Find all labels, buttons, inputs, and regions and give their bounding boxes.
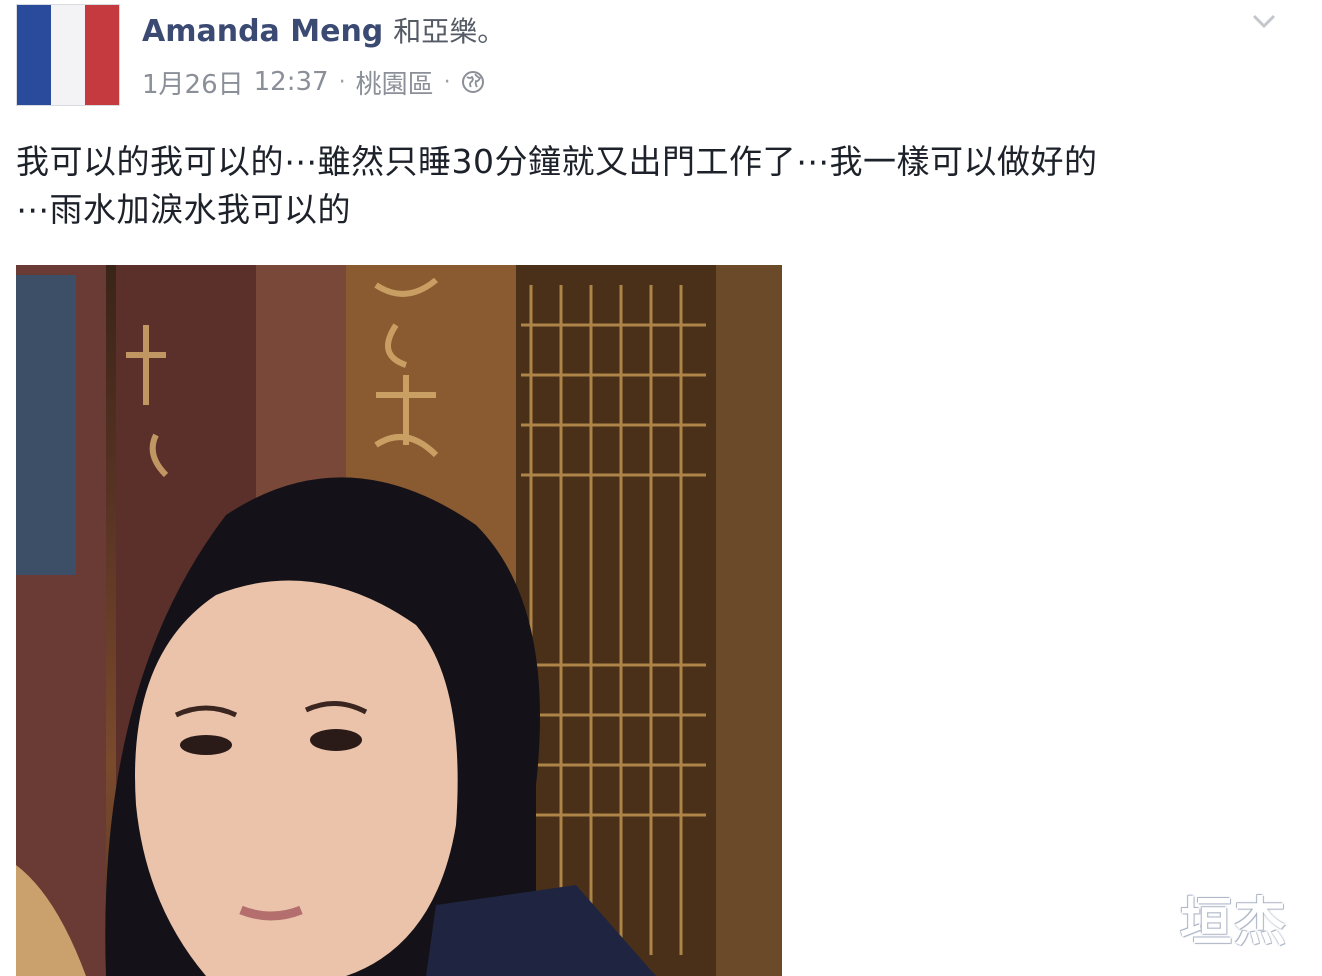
post-meta: 1月26日 12:37 · 桃園區 ·: [142, 64, 485, 100]
avatar-flag-blue: [17, 5, 51, 105]
avatar-flag-white: [51, 5, 85, 105]
author-name-link[interactable]: Amanda Meng: [142, 14, 383, 49]
meta-separator: ·: [443, 69, 451, 95]
post-header: Amanda Meng 和亞樂。: [142, 10, 505, 50]
post-body-text: 我可以的我可以的⋯雖然只睡30分鐘就又出門工作了⋯我一樣可以做好的 ⋯雨水加淚水…: [16, 142, 1098, 229]
post-time[interactable]: 12:37: [254, 67, 329, 97]
chevron-down-icon[interactable]: [1250, 10, 1278, 32]
photo-illustration: [16, 265, 782, 976]
avatar-flag-red: [85, 5, 119, 105]
globe-icon[interactable]: [461, 70, 485, 94]
post-location[interactable]: 桃園區: [356, 64, 434, 101]
post-photo[interactable]: [16, 265, 782, 976]
watermark-text: 垣杰: [1180, 892, 1289, 953]
meta-separator: ·: [338, 69, 346, 95]
post-date[interactable]: 1月26日: [142, 64, 244, 101]
tagged-with-text[interactable]: 和亞樂。: [393, 10, 505, 50]
author-avatar[interactable]: [16, 4, 120, 106]
